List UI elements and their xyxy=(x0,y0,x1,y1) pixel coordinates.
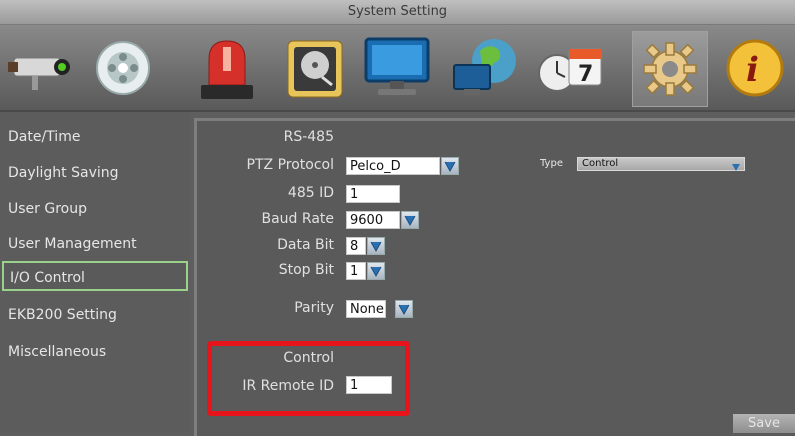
chevron-down-icon[interactable] xyxy=(730,158,742,171)
window-title: System Setting xyxy=(0,0,795,25)
sidebar-item-date-time[interactable]: Date/Time xyxy=(2,122,188,152)
parity-select[interactable]: None xyxy=(346,300,386,318)
type-label: Type xyxy=(540,158,563,169)
ptz-protocol-select[interactable]: Pelco_D xyxy=(346,157,440,175)
settings-sidebar: Date/Time Daylight Saving User Group Use… xyxy=(0,112,190,433)
data-bit-select[interactable]: 8 xyxy=(346,237,366,255)
485-id-label: 485 ID xyxy=(287,185,334,201)
parity-label: Parity xyxy=(294,300,334,316)
rs485-header: RS-485 xyxy=(283,129,334,145)
ptz-protocol-label: PTZ Protocol xyxy=(246,157,334,173)
hard-disk-icon[interactable] xyxy=(278,31,352,105)
monitor-icon[interactable] xyxy=(360,31,434,105)
sidebar-item-daylight-saving[interactable]: Daylight Saving xyxy=(2,158,188,188)
stop-bit-label: Stop Bit xyxy=(278,262,334,278)
baud-rate-select[interactable]: 9600 xyxy=(346,211,400,229)
record-reel-icon[interactable] xyxy=(86,31,160,105)
alarm-siren-icon[interactable] xyxy=(190,31,264,105)
save-button[interactable]: Save xyxy=(733,414,795,433)
highlight-annotation xyxy=(207,341,410,416)
info-glyph: i xyxy=(746,50,759,90)
camera-icon[interactable] xyxy=(4,31,78,105)
network-globe-icon[interactable] xyxy=(448,31,522,105)
top-icon-bar: 7 i xyxy=(0,25,795,112)
stop-bit-select[interactable]: 1 xyxy=(346,262,366,280)
gear-icon[interactable] xyxy=(632,31,708,107)
sidebar-item-ekb200-setting[interactable]: EKB200 Setting xyxy=(2,300,188,330)
chevron-down-icon[interactable] xyxy=(367,237,385,255)
sidebar-item-user-management[interactable]: User Management xyxy=(2,229,188,259)
info-icon[interactable]: i xyxy=(718,31,792,105)
485-id-input[interactable]: 1 xyxy=(346,185,400,203)
sidebar-item-miscellaneous[interactable]: Miscellaneous xyxy=(2,337,188,367)
calendar-badge: 7 xyxy=(578,62,593,87)
chevron-down-icon[interactable] xyxy=(395,300,413,318)
schedule-clock-icon[interactable]: 7 xyxy=(534,31,608,105)
sidebar-item-io-control[interactable]: I/O Control xyxy=(2,261,188,291)
chevron-down-icon[interactable] xyxy=(441,157,459,175)
chevron-down-icon[interactable] xyxy=(367,262,385,280)
chevron-down-icon[interactable] xyxy=(401,211,419,229)
type-select[interactable]: Control xyxy=(577,157,745,171)
baud-rate-label: Baud Rate xyxy=(261,211,335,227)
data-bit-label: Data Bit xyxy=(277,237,334,253)
sidebar-item-user-group[interactable]: User Group xyxy=(2,194,188,224)
